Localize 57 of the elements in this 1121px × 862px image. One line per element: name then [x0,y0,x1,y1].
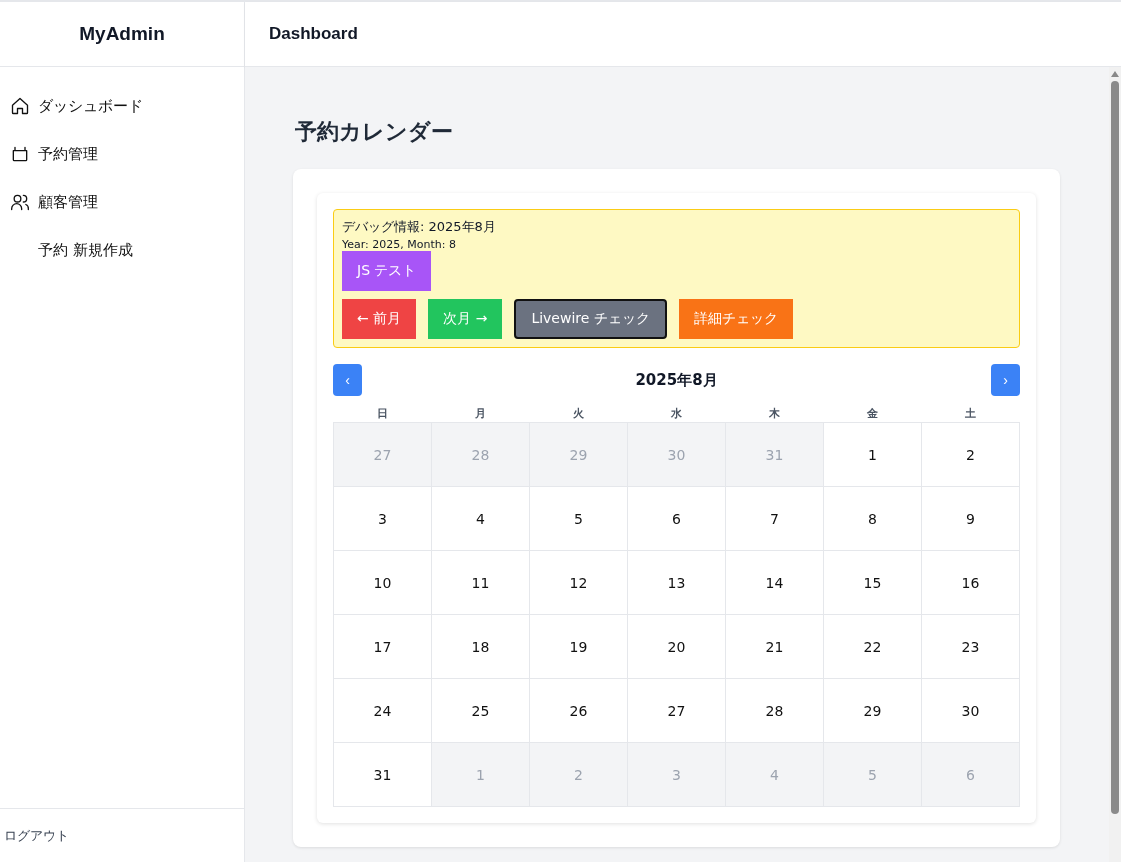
day-cell[interactable]: 25 [432,679,530,743]
day-cell[interactable]: 26 [530,679,628,743]
sidebar-item[interactable]: 予約 新規作成 [0,230,244,270]
day-cell[interactable]: 6 [628,487,726,551]
action-button[interactable]: JS テスト [342,251,432,291]
day-cell[interactable]: 4 [432,487,530,551]
day-cell[interactable]: 9 [922,487,1020,551]
scrollbar[interactable] [1109,67,1121,862]
header-title: Dashboard [269,24,358,44]
day-cell[interactable]: 5 [530,487,628,551]
sidebar-item[interactable]: 顧客管理 [0,182,244,222]
sidebar-item[interactable]: 予約管理 [0,134,244,174]
day-cell[interactable]: 17 [334,615,432,679]
day-cell[interactable]: 12 [530,551,628,615]
day-cell[interactable]: 18 [432,615,530,679]
day-cell[interactable]: 20 [628,615,726,679]
logout-link[interactable]: ログアウト [4,826,69,845]
day-cell[interactable]: 13 [628,551,726,615]
weekday-label: 月 [473,406,487,422]
day-cell[interactable]: 21 [726,615,824,679]
day-cell[interactable]: 11 [432,551,530,615]
home-icon [10,96,30,116]
day-cell[interactable]: 23 [922,615,1020,679]
action-button[interactable]: ← 前月 [342,299,417,339]
day-cell[interactable]: 29 [824,679,922,743]
day-cell[interactable]: 19 [530,615,628,679]
debug-heading: デバッグ情報: 2025年8月 [342,218,496,236]
weekday-label: 火 [571,406,585,422]
sidebar-item[interactable]: ダッシュボード [0,86,244,126]
weekday-label: 水 [670,406,683,422]
day-cell[interactable]: 2 [922,423,1020,487]
day-cell[interactable]: 10 [334,551,432,615]
day-cell[interactable]: 3 [334,487,432,551]
day-cell[interactable]: 30 [922,679,1020,743]
day-cell[interactable]: 15 [824,551,922,615]
weekday-label: 日 [375,406,389,422]
day-cell[interactable]: 7 [726,487,824,551]
weekday-label: 木 [768,406,782,422]
brand-name: MyAdmin [0,2,244,67]
previous-month-button[interactable]: ‹ [333,364,362,396]
day-cell[interactable]: 14 [726,551,824,615]
day-cell[interactable]: 28 [726,679,824,743]
day-cell[interactable]: 22 [824,615,922,679]
next-month-button[interactable]: › [991,364,1020,396]
debug-detail: Year: 2025, Month: 8 [342,238,456,251]
day-cell[interactable]: 16 [922,551,1020,615]
day-cell[interactable]: 27 [628,679,726,743]
month-title: 2025年8月 [635,370,718,390]
day-cell[interactable]: 1 [824,423,922,487]
day-cell[interactable]: 8 [824,487,922,551]
weekday-label: 土 [964,406,978,422]
day-cell[interactable]: 31 [334,743,432,807]
weekday-label: 金 [866,406,880,422]
page-title: 予約カレンダー [295,118,454,146]
action-button[interactable]: Livewire チェック [514,299,667,339]
users-icon [10,192,30,212]
day-cell[interactable]: 24 [334,679,432,743]
